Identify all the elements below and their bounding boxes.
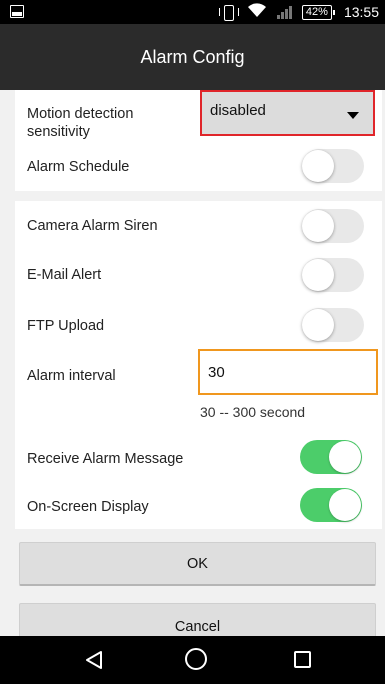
motion-detection-label: Motion detection sensitivity: [27, 106, 134, 140]
receive-alarm-row: Receive Alarm Message: [15, 435, 382, 483]
chevron-down-icon: [347, 112, 359, 119]
ftp-upload-row: FTP Upload: [15, 301, 382, 351]
page-title: Alarm Config: [140, 46, 245, 67]
cancel-button-label: Cancel: [174, 619, 221, 635]
cell-signal-icon: [276, 5, 292, 19]
alarm-interval-label: Alarm interval: [27, 368, 116, 384]
toggle-knob: [329, 441, 361, 473]
motion-sensitivity-dropdown[interactable]: disabled: [200, 90, 375, 136]
receive-alarm-toggle[interactable]: [300, 440, 362, 474]
alarm-interval-hint: 30 -- 300 second: [200, 404, 306, 420]
alarm-schedule-toggle[interactable]: [302, 149, 364, 183]
email-alert-label: E-Mail Alert: [27, 267, 102, 283]
receive-alarm-label: Receive Alarm Message: [27, 451, 184, 467]
alarm-actions-panel: Camera Alarm Siren E-Mail Alert FTP Uplo…: [15, 201, 382, 529]
camera-siren-row: Camera Alarm Siren: [15, 201, 382, 251]
motion-settings-panel: Motion detection sensitivity disabled Al…: [15, 90, 382, 191]
toggle-knob: [302, 210, 334, 242]
alarm-interval-row: Alarm interval 30 30 -- 300 second: [15, 347, 382, 427]
email-alert-row: E-Mail Alert: [15, 251, 382, 301]
back-icon[interactable]: [84, 650, 104, 675]
dropdown-value: disabled: [210, 102, 266, 119]
status-icons: 42% 13:55: [218, 0, 379, 24]
alarm-interval-input[interactable]: 30: [198, 349, 378, 395]
navigation-bar: [0, 636, 385, 684]
toggle-knob: [302, 150, 334, 182]
ftp-upload-toggle[interactable]: [302, 308, 364, 342]
email-alert-toggle[interactable]: [302, 258, 364, 292]
ok-button[interactable]: OK: [19, 542, 376, 586]
toggle-knob: [302, 309, 334, 341]
app-bar: Alarm Config: [0, 24, 385, 90]
image-notification-icon: [10, 5, 24, 18]
alarm-schedule-label: Alarm Schedule: [27, 159, 130, 175]
status-bar: 42% 13:55: [0, 0, 385, 24]
on-screen-display-label: On-Screen Display: [27, 499, 149, 515]
toggle-knob: [302, 259, 334, 291]
ftp-upload-label: FTP Upload: [27, 318, 105, 334]
wifi-icon: [247, 2, 267, 22]
camera-siren-label: Camera Alarm Siren: [27, 218, 158, 234]
vibrate-icon: [218, 5, 239, 21]
on-screen-display-row: On-Screen Display: [15, 483, 382, 529]
motion-detection-row: Motion detection sensitivity disabled: [15, 90, 382, 144]
home-icon[interactable]: [185, 648, 207, 670]
toggle-knob: [329, 489, 361, 521]
battery-icon: 42%: [301, 4, 335, 20]
alarm-schedule-row: Alarm Schedule: [15, 144, 382, 191]
camera-siren-toggle[interactable]: [302, 209, 364, 243]
recent-apps-icon[interactable]: [294, 651, 311, 668]
clock: 13:55: [343, 4, 379, 20]
on-screen-display-toggle[interactable]: [300, 488, 362, 522]
